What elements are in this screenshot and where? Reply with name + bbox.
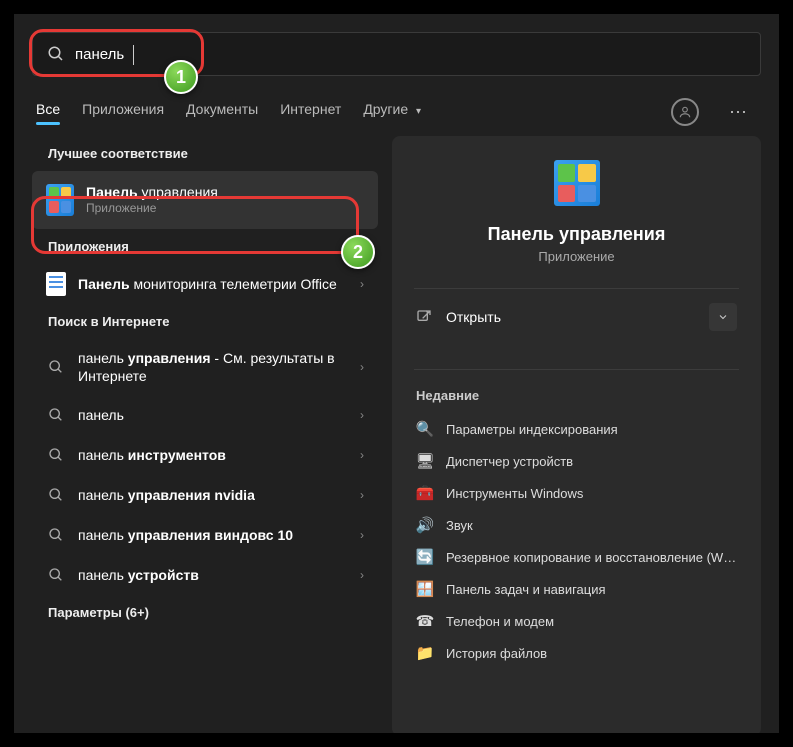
open-icon [416, 309, 432, 325]
search-icon [47, 45, 65, 63]
search-icon [46, 357, 66, 377]
result-label: панель управления виндовс 10 [78, 526, 348, 544]
tab-apps[interactable]: Приложения [82, 101, 164, 123]
preview-subtitle: Приложение [414, 249, 739, 264]
recent-label: Инструменты Windows [446, 486, 583, 501]
tab-all[interactable]: Все [36, 101, 60, 123]
backup-icon: 🔄 [416, 548, 434, 566]
chevron-right-icon: › [360, 488, 364, 502]
recent-taskbar[interactable]: 🪟 Панель задач и навигация [414, 573, 739, 605]
recent-windows-tools[interactable]: 🧰 Инструменты Windows [414, 477, 739, 509]
chevron-right-icon: › [360, 408, 364, 422]
search-icon [46, 525, 66, 545]
filter-tabs: Все Приложения Документы Интернет Другие… [14, 76, 779, 136]
chevron-right-icon: › [360, 448, 364, 462]
search-icon [46, 445, 66, 465]
document-icon [46, 274, 66, 294]
search-bar[interactable] [32, 32, 761, 76]
tab-web[interactable]: Интернет [280, 101, 341, 123]
result-label: панель управления - См. результаты в Инт… [78, 349, 348, 385]
preview-app-icon [414, 160, 739, 206]
result-web-0[interactable]: панель управления - См. результаты в Инт… [32, 339, 378, 395]
start-search-window: Все Приложения Документы Интернет Другие… [14, 14, 779, 733]
recent-label: Телефон и модем [446, 614, 554, 629]
result-web-3[interactable]: панель управления nvidia › [32, 475, 378, 515]
result-web-2[interactable]: панель инструментов › [32, 435, 378, 475]
tools-icon: 🧰 [416, 484, 434, 502]
result-label: Панель мониторинга телеметрии Office [78, 275, 348, 293]
recent-phone-modem[interactable]: ☎ Телефон и модем [414, 605, 739, 637]
account-button[interactable] [671, 98, 699, 126]
result-web-1[interactable]: панель › [32, 395, 378, 435]
recent-label: Диспетчер устройств [446, 454, 573, 469]
result-label: панель инструментов [78, 446, 348, 464]
recent-header: Недавние [416, 388, 739, 403]
chevron-right-icon: › [360, 568, 364, 582]
result-label: панель управления nvidia [78, 486, 348, 504]
result-label: панель [78, 406, 348, 424]
chevron-right-icon: › [360, 360, 364, 374]
section-web: Поиск в Интернете [32, 304, 378, 339]
preview-title: Панель управления [414, 224, 739, 245]
search-icon [46, 485, 66, 505]
divider [414, 369, 739, 370]
search-icon [46, 405, 66, 425]
action-label: Открыть [446, 309, 501, 325]
tab-more[interactable]: Другие ▾ [363, 101, 421, 123]
result-control-panel[interactable]: Панель управления Приложение [32, 171, 378, 229]
result-label: панель устройств [78, 566, 348, 584]
device-manager-icon: 🖥 [416, 452, 434, 470]
recent-file-history[interactable]: 📁 История файлов [414, 637, 739, 669]
section-settings[interactable]: Параметры (6+) [32, 595, 378, 630]
recent-label: История файлов [446, 646, 547, 661]
recent-indexing[interactable]: 🔍 Параметры индексирования [414, 413, 739, 445]
recent-label: Панель задач и навигация [446, 582, 606, 597]
more-options-button[interactable]: ⋯ [721, 102, 757, 123]
recent-label: Параметры индексирования [446, 422, 618, 437]
text-cursor [133, 45, 134, 65]
recent-label: Резервное копирование и восстановление (… [446, 550, 737, 565]
result-sublabel: Приложение [86, 201, 364, 217]
result-app-office-telemetry[interactable]: Панель мониторинга телеметрии Office › [32, 264, 378, 304]
recent-backup[interactable]: 🔄 Резервное копирование и восстановление … [414, 541, 739, 573]
sound-icon: 🔊 [416, 516, 434, 534]
search-icon [46, 565, 66, 585]
result-label: Панель управления [86, 183, 364, 201]
recent-label: Звук [446, 518, 473, 533]
search-input[interactable] [75, 46, 746, 63]
chevron-right-icon: › [360, 528, 364, 542]
action-open[interactable]: Открыть [414, 289, 739, 345]
preview-pane: Панель управления Приложение Открыть Нед… [392, 136, 761, 733]
chevron-down-icon: ▾ [416, 106, 421, 117]
expand-button[interactable] [709, 303, 737, 331]
control-panel-icon [46, 186, 74, 214]
result-web-4[interactable]: панель управления виндовс 10 › [32, 515, 378, 555]
indexing-icon: 🔍 [416, 420, 434, 438]
phone-icon: ☎ [416, 612, 434, 630]
tab-documents[interactable]: Документы [186, 101, 258, 123]
results-column: Лучшее соответствие Панель управления Пр… [32, 136, 378, 733]
section-best-match: Лучшее соответствие [32, 136, 378, 171]
section-apps: Приложения [32, 229, 378, 264]
chevron-right-icon: › [360, 277, 364, 291]
recent-sound[interactable]: 🔊 Звук [414, 509, 739, 541]
file-history-icon: 📁 [416, 644, 434, 662]
taskbar-icon: 🪟 [416, 580, 434, 598]
result-web-5[interactable]: панель устройств › [32, 555, 378, 595]
recent-device-manager[interactable]: 🖥 Диспетчер устройств [414, 445, 739, 477]
tab-more-label: Другие [363, 101, 408, 117]
